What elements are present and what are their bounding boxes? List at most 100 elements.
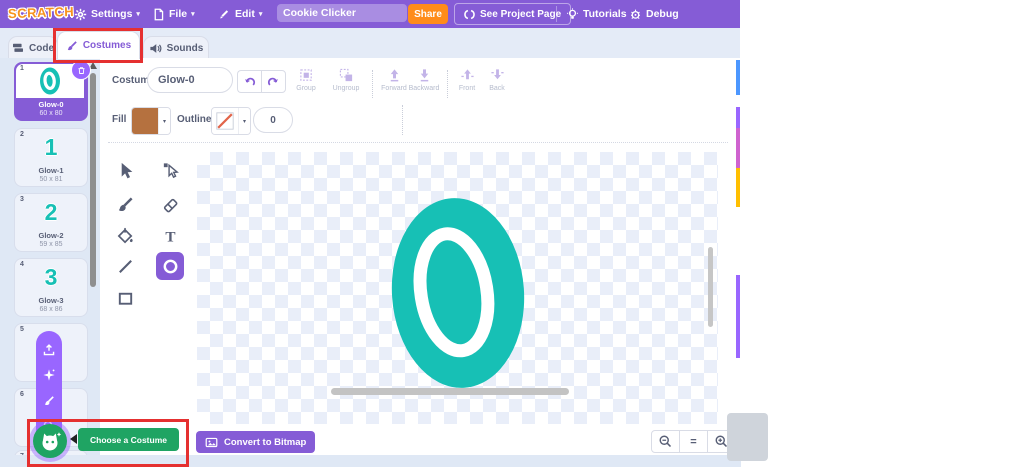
fill-tool[interactable]: [111, 222, 139, 250]
costume-number: 4: [20, 261, 24, 268]
outline-label: Outline: [177, 114, 211, 125]
costume-card-selected[interactable]: 1 Glow-0 60 x 80: [14, 62, 88, 121]
convert-to-bitmap-label: Convert to Bitmap: [224, 437, 306, 448]
ungroup-button[interactable]: Ungroup: [326, 68, 366, 92]
fill-label: Fill: [112, 114, 126, 125]
header-divider: [556, 6, 557, 22]
project-name-input[interactable]: [277, 4, 407, 22]
canvas-horizontal-scrollbar[interactable]: [331, 388, 569, 395]
see-outside-icon: [464, 9, 475, 20]
debug-label: Debug: [646, 8, 679, 20]
mode-divider: [108, 142, 728, 143]
costume-zero-drawing[interactable]: [378, 193, 540, 395]
undo-button[interactable]: [237, 70, 261, 93]
outline-width-input[interactable]: [253, 107, 293, 133]
choose-costume-button[interactable]: [33, 424, 67, 458]
costume-thumbnail: 2: [15, 195, 87, 229]
costume-list-scrollbar[interactable]: [90, 73, 96, 287]
eraser-icon: [161, 195, 180, 214]
palette-sliver-looks: [736, 107, 740, 128]
costume-name-input[interactable]: [147, 67, 233, 93]
backward-button[interactable]: Backward: [405, 68, 443, 92]
file-menu[interactable]: File ▾: [152, 0, 195, 28]
costume-card[interactable]: 3 2 Glow-2 59 x 85: [14, 193, 88, 252]
bug-icon: [629, 8, 642, 21]
costume-name: Glow-2: [15, 231, 87, 240]
costume-name: Glow-1: [15, 166, 87, 175]
share-button[interactable]: Share: [408, 4, 448, 24]
rectangle-tool[interactable]: [111, 284, 139, 312]
costume-size: 50 x 81: [15, 176, 87, 183]
fill-color-control: ▾: [131, 107, 171, 135]
costume-size: 60 x 80: [15, 110, 87, 117]
settings-menu[interactable]: Settings ▾: [74, 0, 140, 28]
menu-bar: SCRATCH Settings ▾ File ▾ Edit ▾ Share: [0, 0, 740, 28]
redo-icon: [267, 75, 280, 88]
back-button[interactable]: Back: [485, 68, 509, 92]
undo-icon: [243, 75, 256, 88]
choose-costume-tooltip: Choose a Costume: [78, 428, 179, 451]
file-icon: [152, 8, 165, 21]
ungroup-icon: [339, 68, 354, 83]
canvas-vertical-scrollbar[interactable]: [708, 247, 713, 327]
tutorials-menu[interactable]: Tutorials: [566, 0, 627, 28]
circle-tool[interactable]: [156, 252, 184, 280]
paint-costume-icon[interactable]: [42, 394, 56, 408]
tab-costumes[interactable]: Costumes: [57, 31, 140, 59]
speaker-icon: [149, 43, 162, 54]
reshape-tool[interactable]: [156, 156, 184, 184]
ungroup-label: Ungroup: [333, 85, 360, 92]
line-tool[interactable]: [111, 252, 139, 280]
tab-code-label: Code: [29, 43, 54, 54]
eraser-tool[interactable]: [156, 190, 184, 218]
costume-thumbnail: 3: [15, 260, 87, 294]
select-arrow-icon: [116, 161, 135, 180]
text-tool[interactable]: T: [156, 222, 184, 250]
toolbar-divider: [372, 70, 373, 98]
tab-costumes-label: Costumes: [83, 40, 131, 51]
chevron-down-icon[interactable]: ▾: [238, 108, 250, 134]
group-button[interactable]: Group: [289, 68, 323, 92]
image-icon: [205, 436, 218, 449]
scratch-editor-window: SCRATCH Settings ▾ File ▾ Edit ▾ Share: [0, 0, 1024, 467]
costume-number: 2: [20, 131, 24, 138]
fill-row-divider: [402, 105, 403, 135]
see-project-page-button[interactable]: See Project Page: [454, 3, 571, 25]
tab-code[interactable]: Code: [8, 36, 58, 59]
code-blocks-icon: [12, 43, 24, 53]
line-icon: [116, 257, 135, 276]
tab-sounds[interactable]: Sounds: [143, 36, 209, 59]
tooltip-arrow: [70, 434, 77, 444]
scratch-logo[interactable]: SCRATCH: [8, 4, 75, 21]
palette-sliver-events: [736, 168, 740, 207]
select-tool[interactable]: [111, 156, 139, 184]
costume-number: 3: [20, 196, 24, 203]
zoom-out-button[interactable]: [651, 430, 680, 453]
brush-tool[interactable]: [111, 190, 139, 218]
chevron-down-icon: ▾: [136, 11, 140, 18]
see-project-page-label: See Project Page: [480, 9, 561, 20]
no-outline-slash-icon: [215, 111, 235, 131]
delete-costume-button[interactable]: [71, 60, 91, 80]
costume-card[interactable]: 4 3 Glow-3 68 x 86: [14, 258, 88, 317]
chevron-down-icon[interactable]: ▾: [158, 108, 170, 134]
front-label: Front: [459, 85, 475, 92]
convert-to-bitmap-button[interactable]: Convert to Bitmap: [196, 431, 315, 453]
outline-color-swatch[interactable]: [212, 108, 238, 134]
fill-color-swatch[interactable]: [132, 108, 158, 134]
tutorials-label: Tutorials: [583, 8, 627, 20]
edit-menu[interactable]: Edit ▾: [218, 0, 262, 28]
front-button[interactable]: Front: [453, 68, 481, 92]
settings-label: Settings: [91, 8, 132, 20]
forward-arrow-icon: [387, 68, 402, 83]
zoom-reset-button[interactable]: =: [680, 430, 707, 453]
redo-button[interactable]: [261, 70, 286, 93]
brush-icon: [116, 195, 135, 214]
file-label: File: [169, 8, 187, 20]
surprise-costume-icon[interactable]: [42, 368, 56, 382]
upload-costume-icon[interactable]: [42, 343, 56, 357]
paintbrush-icon: [66, 40, 78, 52]
debug-menu[interactable]: Debug: [629, 0, 679, 28]
costume-card[interactable]: 2 1 Glow-1 50 x 81: [14, 128, 88, 187]
costume-size: 68 x 86: [15, 306, 87, 313]
